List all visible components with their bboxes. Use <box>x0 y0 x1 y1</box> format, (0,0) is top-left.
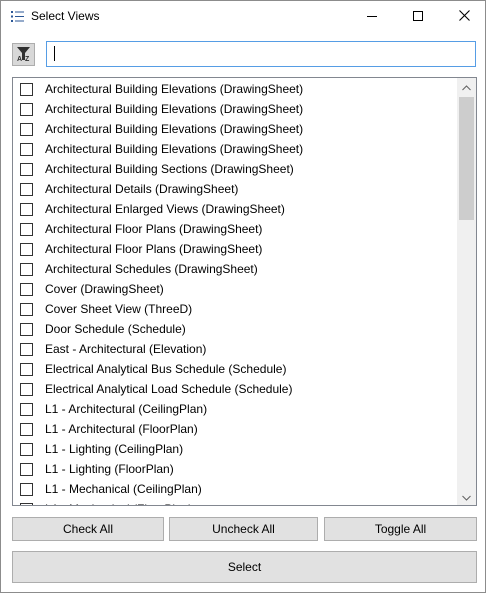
item-checkbox[interactable] <box>20 482 33 496</box>
list-item[interactable]: Architectural Enlarged Views (DrawingShe… <box>13 199 457 219</box>
sort-az-icon: A Z <box>15 45 32 65</box>
item-checkbox[interactable] <box>20 362 33 376</box>
item-checkbox[interactable] <box>20 422 33 436</box>
item-checkbox[interactable] <box>20 302 33 316</box>
item-label: Architectural Schedules (DrawingSheet) <box>45 262 258 276</box>
list-item[interactable]: Cover (DrawingSheet) <box>13 279 457 299</box>
close-icon <box>458 9 470 24</box>
item-checkbox[interactable] <box>20 222 33 236</box>
item-label: Architectural Building Elevations (Drawi… <box>45 102 304 116</box>
list-item[interactable]: Cover Sheet View (ThreeD) <box>13 299 457 319</box>
close-button[interactable] <box>441 1 486 32</box>
list-item[interactable]: L1 - Lighting (FloorPlan) <box>13 459 457 479</box>
chevron-up-icon <box>462 80 471 94</box>
minimize-icon <box>367 10 377 24</box>
item-checkbox[interactable] <box>20 122 33 136</box>
item-label: Electrical Analytical Load Schedule (Sch… <box>45 382 293 396</box>
item-checkbox[interactable] <box>20 202 33 216</box>
svg-text:A: A <box>17 56 22 62</box>
item-checkbox[interactable] <box>20 262 33 276</box>
item-label: Architectural Building Elevations (Drawi… <box>45 82 304 96</box>
item-label: Architectural Building Sections (Drawing… <box>45 162 294 176</box>
list-item[interactable]: Architectural Building Sections (Drawing… <box>13 159 457 179</box>
views-list-items: Architectural Building Elevations (Drawi… <box>13 78 457 505</box>
item-label: L1 - Mechanical (FloorPlan) <box>45 502 192 505</box>
list-item[interactable]: Architectural Details (DrawingSheet) <box>13 179 457 199</box>
text-caret <box>54 46 55 61</box>
title-bar[interactable]: Select Views <box>1 1 485 32</box>
toggle-all-button[interactable]: Toggle All <box>324 517 477 541</box>
list-item[interactable]: L1 - Mechanical (CeilingPlan) <box>13 479 457 499</box>
scroll-thumb[interactable] <box>459 97 474 220</box>
item-checkbox[interactable] <box>20 82 33 96</box>
list-item[interactable]: Architectural Floor Plans (DrawingSheet) <box>13 239 457 259</box>
item-label: Architectural Enlarged Views (DrawingShe… <box>45 202 285 216</box>
item-label: Architectural Details (DrawingSheet) <box>45 182 239 196</box>
item-checkbox[interactable] <box>20 462 33 476</box>
maximize-icon <box>413 10 423 24</box>
item-checkbox[interactable] <box>20 342 33 356</box>
item-checkbox[interactable] <box>20 162 33 176</box>
scroll-up-button[interactable] <box>457 78 476 95</box>
list-item[interactable]: Architectural Schedules (DrawingSheet) <box>13 259 457 279</box>
item-label: L1 - Lighting (CeilingPlan) <box>45 442 184 456</box>
item-checkbox[interactable] <box>20 402 33 416</box>
item-checkbox[interactable] <box>20 142 33 156</box>
list-item[interactable]: L1 - Architectural (FloorPlan) <box>13 419 457 439</box>
item-label: L1 - Architectural (FloorPlan) <box>45 422 198 436</box>
chevron-down-icon <box>462 490 471 504</box>
check-all-button[interactable]: Check All <box>12 517 164 541</box>
item-label: Architectural Floor Plans (DrawingSheet) <box>45 242 263 256</box>
list-item[interactable]: Architectural Building Elevations (Drawi… <box>13 139 457 159</box>
list-icon <box>11 10 24 23</box>
list-item[interactable]: L1 - Lighting (CeilingPlan) <box>13 439 457 459</box>
list-item[interactable]: L1 - Mechanical (FloorPlan) <box>13 499 457 505</box>
item-checkbox[interactable] <box>20 502 33 505</box>
select-button[interactable]: Select <box>12 551 477 583</box>
item-checkbox[interactable] <box>20 102 33 116</box>
item-checkbox[interactable] <box>20 442 33 456</box>
item-checkbox[interactable] <box>20 322 33 336</box>
search-input[interactable] <box>46 41 476 67</box>
item-checkbox[interactable] <box>20 182 33 196</box>
list-item[interactable]: Architectural Building Elevations (Drawi… <box>13 79 457 99</box>
vertical-scrollbar[interactable] <box>457 78 476 505</box>
list-item[interactable]: Door Schedule (Schedule) <box>13 319 457 339</box>
select-views-window: Select Views A Z Architectural Building … <box>0 0 486 593</box>
list-item[interactable]: L1 - Architectural (CeilingPlan) <box>13 399 457 419</box>
svg-text:Z: Z <box>25 56 30 62</box>
list-item[interactable]: East - Architectural (Elevation) <box>13 339 457 359</box>
uncheck-all-button[interactable]: Uncheck All <box>169 517 318 541</box>
list-item[interactable]: Electrical Analytical Bus Schedule (Sche… <box>13 359 457 379</box>
views-list[interactable]: Architectural Building Elevations (Drawi… <box>12 77 477 506</box>
item-label: Architectural Floor Plans (DrawingSheet) <box>45 222 263 236</box>
item-label: Architectural Building Elevations (Drawi… <box>45 122 304 136</box>
item-label: L1 - Lighting (FloorPlan) <box>45 462 174 476</box>
item-label: Cover Sheet View (ThreeD) <box>45 302 193 316</box>
item-label: L1 - Architectural (CeilingPlan) <box>45 402 208 416</box>
item-label: Architectural Building Elevations (Drawi… <box>45 142 304 156</box>
list-item[interactable]: Architectural Floor Plans (DrawingSheet) <box>13 219 457 239</box>
item-label: Electrical Analytical Bus Schedule (Sche… <box>45 362 287 376</box>
item-checkbox[interactable] <box>20 382 33 396</box>
item-checkbox[interactable] <box>20 242 33 256</box>
item-label: Cover (DrawingSheet) <box>45 282 164 296</box>
sort-button[interactable]: A Z <box>12 43 35 66</box>
scroll-down-button[interactable] <box>457 488 476 505</box>
item-label: L1 - Mechanical (CeilingPlan) <box>45 482 202 496</box>
item-label: Door Schedule (Schedule) <box>45 322 186 336</box>
minimize-button[interactable] <box>349 1 395 32</box>
item-checkbox[interactable] <box>20 282 33 296</box>
item-label: East - Architectural (Elevation) <box>45 342 207 356</box>
list-item[interactable]: Architectural Building Elevations (Drawi… <box>13 119 457 139</box>
maximize-button[interactable] <box>395 1 441 32</box>
window-title: Select Views <box>31 9 100 23</box>
list-item[interactable]: Architectural Building Elevations (Drawi… <box>13 99 457 119</box>
list-item[interactable]: Electrical Analytical Load Schedule (Sch… <box>13 379 457 399</box>
